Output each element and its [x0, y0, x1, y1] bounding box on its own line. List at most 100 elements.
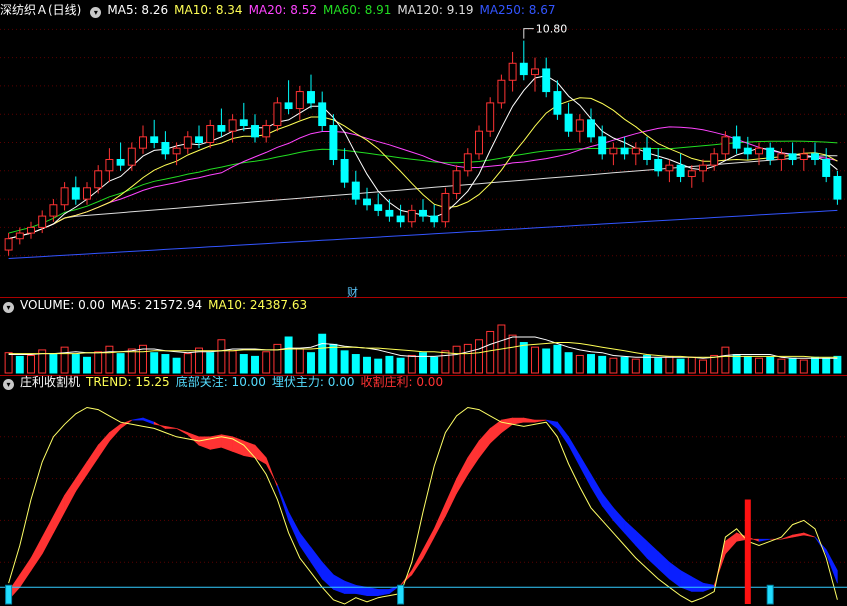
- price-panel-header: 深纺织Ａ(日线) ▾ MA5: 8.26 MA10: 8.34 MA20: 8.52 MA…: [0, 2, 568, 18]
- candle-body: [396, 215, 405, 223]
- trend-band-segment: [131, 417, 144, 421]
- candle-body: [430, 215, 439, 223]
- trend-band-segment: [523, 417, 536, 423]
- volume-bar: [284, 336, 293, 374]
- volume-bar: [105, 345, 114, 374]
- volume-panel: [4, 324, 842, 374]
- volume-bar: [4, 352, 13, 374]
- volume-bar: [407, 354, 416, 374]
- trend-band-segment: [19, 557, 32, 589]
- volume-bar: [273, 343, 282, 374]
- volume-bar: [486, 330, 495, 374]
- candle-body: [710, 153, 719, 166]
- indicator-panel-header: ▾ 庄利收割机 TREND: 15.25 底部关注: 10.00 埋伏主力: 0.00 收…: [0, 374, 455, 390]
- volume-bar: [531, 346, 539, 374]
- volume-bar: [699, 359, 707, 374]
- candle-body: [139, 136, 147, 149]
- indicator-legend-item-0: 庄利收割机: [20, 375, 81, 389]
- candle-body: [105, 158, 114, 172]
- ma20-line: [8, 126, 838, 240]
- candle-body: [743, 147, 752, 155]
- volume-bar: [799, 359, 808, 374]
- volume-bar: [587, 354, 595, 374]
- candle-body: [228, 119, 237, 132]
- volume-bar: [217, 339, 226, 374]
- candle-body: [127, 147, 136, 166]
- volume-bar: [542, 348, 551, 374]
- harvest-marker-bar: [744, 499, 751, 604]
- candle-body: [822, 158, 831, 177]
- trend-band-segment: [613, 507, 625, 534]
- candle-body: [374, 204, 383, 211]
- volume-bar: [743, 355, 752, 374]
- bottom-attention-bar: [397, 584, 405, 605]
- candle-body: [721, 136, 730, 155]
- candle-body: [251, 125, 259, 138]
- candle-body: [452, 170, 461, 194]
- indicator-legend-item-2: 底部关注: 10.00: [175, 375, 266, 389]
- high-marker-arrow: [523, 28, 534, 39]
- trend-band-segment: [30, 536, 43, 572]
- trend-band-segment: [803, 532, 816, 538]
- volume-bar: [340, 350, 349, 374]
- volume-bar: [150, 352, 159, 374]
- trend-band-segment: [153, 421, 166, 429]
- volume-legend-item-0: VOLUME: 0.00: [20, 298, 105, 312]
- volume-bar: [396, 357, 405, 374]
- candle-body: [833, 175, 842, 200]
- candle-body: [553, 91, 562, 115]
- trend-band-segment: [97, 431, 110, 459]
- finance-event-marker[interactable]: 财: [347, 284, 358, 300]
- candle-body: [676, 164, 685, 177]
- trend-band-segment: [635, 530, 648, 559]
- trend-band-segment: [288, 511, 301, 546]
- trend-band-segment: [254, 444, 267, 465]
- volume-bar: [172, 357, 181, 374]
- volume-legend-item-1: MA5: 21572.94: [110, 298, 203, 312]
- candle-body: [60, 187, 69, 206]
- candle-body: [777, 153, 786, 160]
- candle-body: [15, 232, 24, 240]
- trend-band-segment: [355, 584, 368, 597]
- trend-band-segment: [478, 427, 491, 459]
- candle-body: [687, 170, 696, 177]
- chevron-down-icon[interactable]: ▾: [3, 379, 14, 390]
- candle-body: [486, 102, 495, 132]
- volume-bar: [508, 334, 517, 374]
- candle-body: [609, 147, 618, 155]
- ma-legend-item-0: MA5: 8.26: [107, 3, 169, 17]
- trend-band-segment: [86, 444, 99, 476]
- candle-body: [27, 226, 35, 234]
- candle-body: [598, 136, 607, 155]
- volume-bar: [463, 343, 472, 374]
- candle-body: [575, 119, 584, 132]
- indicator-legend-item-3: 埋伏主力: 0.00: [271, 375, 355, 389]
- ma-legend-item-4: MA120: 9.19: [397, 3, 474, 17]
- candle-body: [239, 119, 248, 127]
- trend-band-segment: [669, 561, 681, 588]
- trend-band-segment: [366, 586, 379, 596]
- candle-body: [463, 153, 472, 172]
- volume-bar: [183, 353, 192, 374]
- volume-bar: [60, 346, 69, 374]
- trend-band-segment: [265, 457, 278, 488]
- candle-body: [620, 147, 629, 155]
- volume-bar: [553, 344, 562, 374]
- trend-band-segment: [445, 478, 457, 517]
- chevron-down-icon[interactable]: ▾: [90, 7, 102, 18]
- volume-bar: [643, 354, 651, 374]
- trend-band-segment: [680, 570, 693, 592]
- candle-body: [49, 204, 58, 217]
- chevron-down-icon[interactable]: ▾: [3, 302, 14, 313]
- candle-body: [329, 125, 338, 160]
- volume-legend: VOLUME: 0.00 MA5: 21572.94 MA10: 24387.63: [20, 298, 313, 312]
- trend-band-segment: [377, 589, 390, 597]
- candle-body: [284, 102, 293, 110]
- volume-bar: [27, 354, 35, 374]
- trend-band-segment: [814, 536, 827, 555]
- volume-bar: [363, 356, 371, 374]
- volume-bar: [687, 356, 696, 374]
- volume-bar: [811, 356, 819, 374]
- price-panel-grid: [0, 28, 847, 257]
- volume-bar: [318, 333, 327, 374]
